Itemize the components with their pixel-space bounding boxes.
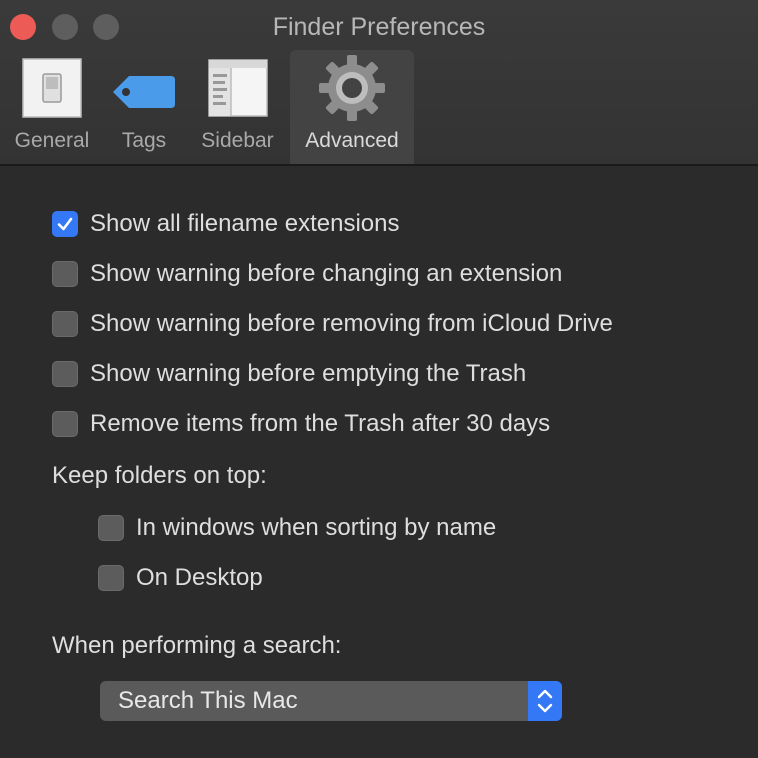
window-title: Finder Preferences: [272, 13, 486, 41]
checkbox[interactable]: [52, 211, 78, 237]
tab-sidebar[interactable]: Sidebar: [190, 50, 285, 164]
option-folders-top-desktop[interactable]: On Desktop: [98, 564, 263, 592]
checkbox[interactable]: [52, 261, 78, 287]
checkbox[interactable]: [98, 565, 124, 591]
switch-icon: [22, 58, 82, 118]
search-scope-select[interactable]: Search This Mac: [100, 681, 562, 721]
option-label: Show warning before changing an extensio…: [90, 260, 563, 287]
option-show-extensions[interactable]: Show all filename extensions: [52, 210, 400, 238]
tag-icon: [113, 76, 175, 108]
option-label: In windows when sorting by name: [136, 514, 497, 541]
option-warn-empty-trash[interactable]: Show warning before emptying the Trash: [52, 360, 526, 388]
search-scope-value: Search This Mac: [118, 687, 298, 714]
option-label: On Desktop: [136, 564, 263, 591]
checkbox[interactable]: [52, 361, 78, 387]
checkbox[interactable]: [98, 515, 124, 541]
option-label: Show all filename extensions: [90, 210, 400, 237]
tab-tags-label: Tags: [121, 129, 167, 152]
gear-icon: [319, 55, 385, 121]
tab-tags[interactable]: Tags: [104, 50, 184, 164]
tab-general[interactable]: General: [4, 50, 100, 164]
option-label: Show warning before removing from iCloud…: [90, 310, 613, 337]
sidebar-icon: [207, 59, 268, 117]
checkbox[interactable]: [52, 311, 78, 337]
titlebar: Finder Preferences General Tags Sidebar …: [0, 0, 758, 166]
checkbox[interactable]: [52, 411, 78, 437]
tab-advanced-label: Advanced: [305, 129, 399, 152]
chevron-up-down-icon: [537, 689, 553, 713]
checkmark-icon: [57, 217, 73, 231]
search-heading: When performing a search:: [52, 632, 342, 659]
tab-advanced[interactable]: Advanced: [290, 50, 414, 164]
tab-sidebar-label: Sidebar: [201, 129, 274, 152]
option-label: Show warning before emptying the Trash: [90, 360, 527, 387]
finder-preferences-window: Finder Preferences General Tags Sidebar …: [0, 0, 758, 758]
option-warn-extension-change[interactable]: Show warning before changing an extensio…: [52, 260, 562, 288]
option-label: Remove items from the Trash after 30 day…: [90, 410, 551, 437]
select-stepper[interactable]: [528, 681, 562, 721]
tab-general-label: General: [14, 129, 90, 152]
option-folders-top-windows[interactable]: In windows when sorting by name: [98, 514, 496, 542]
option-remove-trash-30-days[interactable]: Remove items from the Trash after 30 day…: [52, 410, 550, 438]
option-warn-icloud-remove[interactable]: Show warning before removing from iCloud…: [52, 310, 613, 338]
advanced-preferences-pane: Show all filename extensions Show warnin…: [0, 166, 758, 758]
keep-folders-heading: Keep folders on top:: [52, 462, 267, 489]
